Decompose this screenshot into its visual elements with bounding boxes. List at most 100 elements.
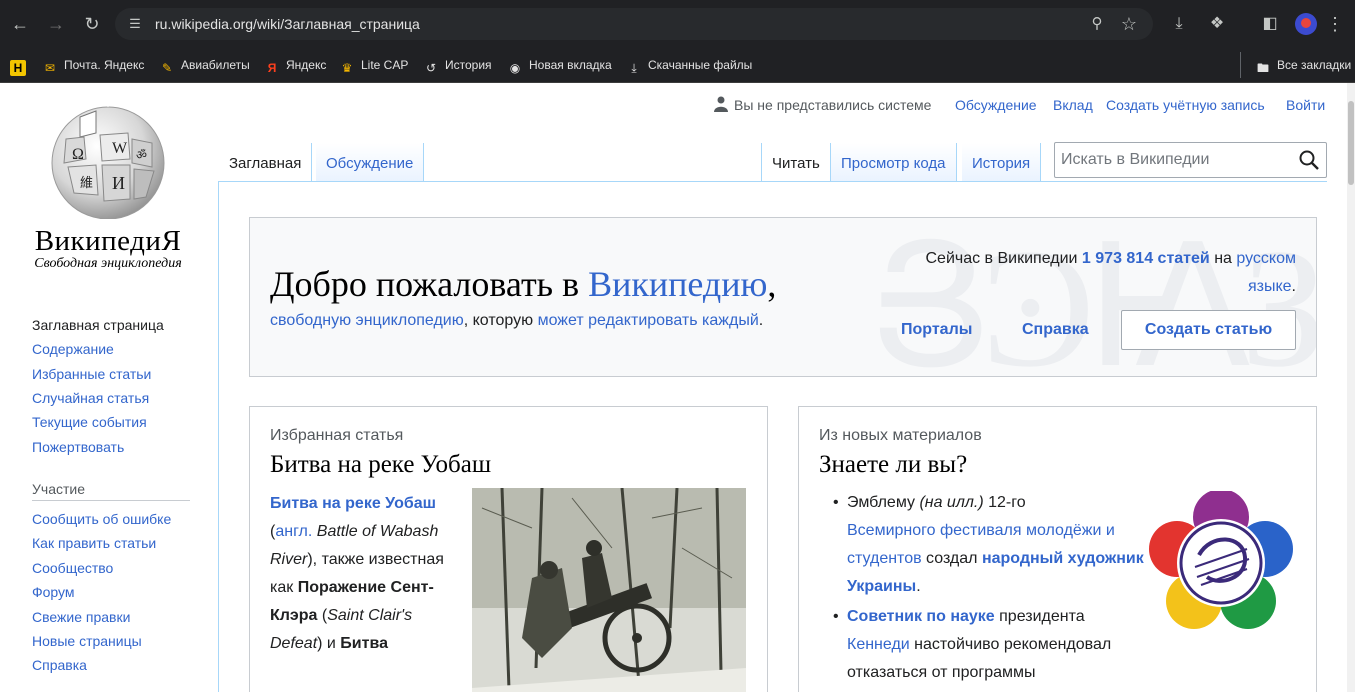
bookmark-label: Lite CAP bbox=[361, 58, 409, 72]
menu-icon[interactable]: ⋮ bbox=[1323, 12, 1347, 36]
dyk-text: . bbox=[916, 578, 921, 595]
bookmark-star-icon[interactable]: ☆ bbox=[1117, 12, 1141, 36]
wiki-page: Ω W ॐ 維 И ВикипедиЯ Свободная энциклопед… bbox=[0, 83, 1355, 692]
yandex-icon: Я bbox=[267, 61, 277, 75]
pencil-icon: ✎ bbox=[161, 61, 173, 75]
address-bar[interactable]: ☰ ru.wikipedia.org/wiki/Заглавная_страни… bbox=[115, 8, 1153, 40]
tab-main-page[interactable]: Заглавная bbox=[219, 143, 313, 181]
dyk-item: Советник по науке президента Кеннеди нас… bbox=[827, 603, 1157, 687]
profile-avatar[interactable] bbox=[1295, 13, 1317, 35]
anyone-can-edit-link[interactable]: может редактировать каждый bbox=[538, 312, 759, 329]
kennedy-link[interactable]: Кеннеди bbox=[847, 636, 910, 653]
create-article-button[interactable]: Создать статью bbox=[1121, 310, 1296, 350]
excerpt-text-2: ) и bbox=[317, 635, 341, 652]
featured-article-link[interactable]: Битва на реке Уобаш bbox=[270, 495, 436, 512]
dyk-title: Знаете ли вы? bbox=[819, 451, 968, 478]
folder-icon: 🖿 bbox=[1256, 61, 1269, 75]
wikipedia-globe-logo[interactable]: Ω W ॐ 維 И bbox=[44, 103, 172, 219]
portals-link[interactable]: Порталы bbox=[901, 311, 972, 349]
side-panel-icon[interactable]: ◧ bbox=[1258, 12, 1282, 36]
article-count-stats: Сейчас в Википедии 1 973 814 статей на р… bbox=[856, 245, 1296, 301]
tab-discussion[interactable]: Обсуждение bbox=[316, 143, 425, 181]
extensions-icon[interactable]: ❖ bbox=[1205, 12, 1229, 36]
bookmark-litecap[interactable]: ♛ Lite CAP bbox=[339, 52, 409, 78]
contributions-link[interactable]: Вклад bbox=[1053, 97, 1093, 113]
all-bookmarks-label: Все закладки bbox=[1277, 58, 1352, 72]
create-account-link[interactable]: Создать учётную запись bbox=[1106, 97, 1265, 113]
site-info-icon[interactable]: ☰ bbox=[123, 12, 147, 36]
sidebar-item-forum[interactable]: Форум bbox=[32, 584, 75, 600]
did-you-know-card: Из новых материалов Знаете ли вы? Эмблем… bbox=[798, 406, 1317, 692]
search-input[interactable] bbox=[1061, 143, 1291, 177]
tab-read[interactable]: Читать bbox=[761, 143, 831, 181]
zoom-icon[interactable]: ⚲ bbox=[1085, 12, 1109, 36]
reload-icon[interactable]: ↻ bbox=[80, 12, 104, 36]
sidebar-item-recent-changes[interactable]: Свежие правки bbox=[32, 609, 130, 625]
sidebar-item-help[interactable]: Справка bbox=[32, 657, 87, 673]
bookmark-history[interactable]: ↺ История bbox=[423, 52, 492, 78]
globe-icon: ◉ bbox=[509, 61, 521, 75]
featured-article-card: Избранная статья Битва на реке Уобаш Бит… bbox=[249, 406, 768, 692]
sidebar-item-community[interactable]: Сообщество bbox=[32, 560, 113, 576]
featured-excerpt: Битва на реке Уобаш (англ. Battle of Waba… bbox=[270, 490, 468, 658]
tab-view-source[interactable]: Просмотр кода bbox=[831, 143, 957, 181]
help-link[interactable]: Справка bbox=[1022, 311, 1089, 349]
svg-text:W: W bbox=[112, 140, 128, 157]
dyk-item: Эмблему (на илл.) 12-го Всемирного фести… bbox=[827, 489, 1157, 601]
sidebar-item-report-error[interactable]: Сообщить об ошибке bbox=[32, 511, 171, 527]
stats-period: . bbox=[1291, 278, 1296, 295]
article-count-link[interactable]: 1 973 814 статей bbox=[1082, 250, 1210, 267]
wikipedia-wordmark[interactable]: ВикипедиЯ bbox=[20, 225, 196, 258]
sidebar-item-contents[interactable]: Содержание bbox=[32, 341, 114, 357]
bookmark-yandex-h[interactable]: H bbox=[10, 52, 32, 78]
free-encyclopedia-link[interactable]: свободную энциклопедию bbox=[270, 312, 464, 329]
sidebar-item-featured[interactable]: Избранные статьи bbox=[32, 366, 151, 382]
sidebar-divider bbox=[218, 181, 219, 692]
sidebar-item-current-events[interactable]: Текущие события bbox=[32, 414, 147, 430]
science-advisor-link[interactable]: Советник по науке bbox=[847, 608, 995, 625]
sidebar-item-how-to-edit[interactable]: Как править статьи bbox=[32, 535, 156, 551]
sidebar-item-random[interactable]: Случайная статья bbox=[32, 390, 149, 406]
bookmark-mail[interactable]: ✉ Почта. Яндекс bbox=[42, 52, 144, 78]
sidebar-item-new-pages[interactable]: Новые страницы bbox=[32, 633, 142, 649]
page-scrollbar[interactable] bbox=[1347, 83, 1355, 692]
dyk-text: создал bbox=[921, 550, 982, 567]
forward-icon[interactable]: → bbox=[44, 12, 68, 36]
browser-toolbar: ← → ↻ ☰ ru.wikipedia.org/wiki/Заглавная_… bbox=[0, 0, 1355, 48]
welcome-subtitle: свободную энциклопедию, которую может ре… bbox=[270, 312, 763, 330]
festival-emblem-image[interactable] bbox=[1147, 491, 1295, 635]
sidebar-item-main-page[interactable]: Заглавная страница bbox=[32, 317, 164, 333]
login-link[interactable]: Войти bbox=[1286, 97, 1325, 113]
svg-text:И: И bbox=[112, 173, 125, 193]
russian-language-link[interactable]: русском bbox=[1236, 250, 1296, 267]
bookmark-avia[interactable]: ✎ Авиабилеты bbox=[159, 52, 250, 78]
stats-text-on: на bbox=[1209, 250, 1237, 267]
welcome-sub-period: . bbox=[758, 312, 764, 329]
excerpt-paren-2: ( bbox=[317, 607, 328, 624]
welcome-wikipedia-link[interactable]: Википедию bbox=[588, 264, 767, 304]
welcome-title-text: Добро пожаловать в bbox=[270, 264, 589, 304]
bookmark-yandex[interactable]: Я Яндекс bbox=[264, 52, 327, 78]
sidebar-item-donate[interactable]: Пожертвовать bbox=[32, 439, 124, 455]
bookmark-downloads[interactable]: ⤓ Скачанные файлы bbox=[626, 52, 752, 78]
bookmark-newtab[interactable]: ◉ Новая вкладка bbox=[507, 52, 612, 78]
download-toolbar-icon[interactable]: ⤓ bbox=[1167, 12, 1191, 36]
back-icon[interactable]: ← bbox=[8, 12, 32, 36]
dyk-list: Эмблему (на илл.) 12-го Всемирного фести… bbox=[827, 489, 1157, 689]
tab-history[interactable]: История bbox=[962, 143, 1042, 181]
dyk-text: Эмблему bbox=[847, 494, 920, 511]
search-box[interactable] bbox=[1054, 142, 1327, 178]
english-lang-link[interactable]: англ. bbox=[275, 523, 312, 540]
scrollbar-thumb[interactable] bbox=[1348, 101, 1354, 185]
welcome-sub-text: , которую bbox=[463, 312, 538, 329]
all-bookmarks-button[interactable]: 🖿 Все закладки bbox=[1240, 52, 1351, 78]
bookmark-label: Яндекс bbox=[286, 58, 327, 72]
tabs-underline bbox=[219, 181, 1327, 182]
talk-link[interactable]: Обсуждение bbox=[955, 97, 1037, 113]
featured-battle-image[interactable] bbox=[472, 488, 746, 692]
welcome-title-comma: , bbox=[767, 264, 777, 304]
featured-kicker: Избранная статья bbox=[270, 427, 404, 444]
url-text[interactable]: ru.wikipedia.org/wiki/Заглавная_страница bbox=[155, 8, 420, 40]
search-icon[interactable] bbox=[1298, 149, 1320, 171]
russian-language-link-2[interactable]: языке bbox=[1248, 278, 1292, 295]
